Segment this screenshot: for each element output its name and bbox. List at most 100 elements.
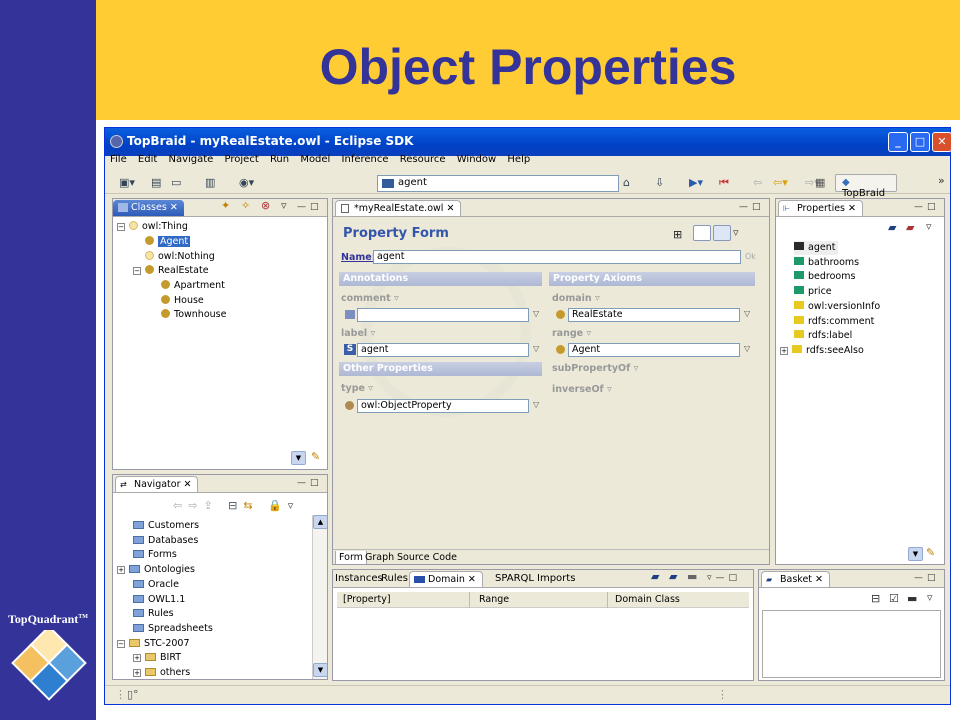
nav-item[interactable]: Customers <box>133 519 199 533</box>
nav-item[interactable]: Oracle <box>133 578 179 592</box>
property-item-price[interactable]: price <box>794 285 832 299</box>
step-back-icon[interactable]: ⏮ <box>719 176 729 190</box>
menu-project[interactable]: Project <box>225 154 259 165</box>
add-sibling-icon[interactable]: ✧ <box>241 199 250 212</box>
name-field[interactable]: agent <box>373 250 741 264</box>
nav-item[interactable]: Rules <box>133 607 174 621</box>
open-perspective-icon[interactable]: ▦ <box>815 176 825 189</box>
property-item-rdfs-comment[interactable]: rdfs:comment <box>794 315 874 329</box>
property-item-agent[interactable]: agent <box>794 241 839 255</box>
nav-item[interactable]: Databases <box>133 534 198 548</box>
nav-back-icon[interactable]: ⇦ <box>173 499 188 512</box>
menu-help[interactable]: Help <box>507 154 530 165</box>
add-widget-icon[interactable]: ⊞ <box>673 228 682 241</box>
nav-up-icon[interactable]: ⇪ <box>203 499 218 512</box>
add-subrow-icon[interactable]: ▰ <box>669 570 677 583</box>
property-item-rdfs-label[interactable]: rdfs:label <box>794 329 852 343</box>
menu-file[interactable]: File <box>110 154 127 165</box>
back-history-icon[interactable]: ⇦ <box>753 176 762 189</box>
globe-icon[interactable]: ◉▾ <box>239 176 254 189</box>
print-icon[interactable]: ▭ <box>171 176 181 189</box>
panel-min-max-icon[interactable]: —□ <box>297 202 323 212</box>
panel-min-max-icon[interactable]: —□ <box>297 478 323 488</box>
link-editor-icon[interactable]: ⇆ <box>243 499 258 512</box>
property-item-rdfs-seealso[interactable]: + rdfs:seeAlso <box>780 344 864 358</box>
range-field[interactable]: Agent <box>568 343 740 357</box>
classes-pin-icon[interactable]: ✎ <box>311 450 320 463</box>
tab-classes[interactable]: Classes ✕ <box>113 200 184 216</box>
menu-model[interactable]: Model <box>300 154 330 165</box>
collapse-all-icon[interactable]: ⊟ <box>228 499 243 512</box>
basket-list[interactable] <box>762 610 941 678</box>
basket-check-icon[interactable]: ☑ <box>889 592 899 605</box>
tree-node-owl-thing[interactable]: − owl:Thing <box>117 220 188 234</box>
property-item-versioninfo[interactable]: owl:versionInfo <box>794 300 880 314</box>
tab-basket[interactable]: ▰ Basket ✕ <box>761 571 831 587</box>
tab-form[interactable]: Form <box>335 551 367 564</box>
comment-dropdown-icon[interactable]: ▽ <box>533 309 539 318</box>
type-dropdown-icon[interactable]: ▽ <box>533 400 539 409</box>
tree-node-house[interactable]: House <box>161 294 204 308</box>
panel-min-max-icon[interactable]: ▿—□ <box>707 573 741 583</box>
ok-button[interactable]: Ok <box>745 252 756 261</box>
delete-class-icon[interactable]: ⊗ <box>261 199 270 212</box>
tab-graph[interactable]: Graph <box>365 552 394 563</box>
tree-node-realestate[interactable]: − RealEstate <box>133 264 209 278</box>
domain-dropdown-icon[interactable]: ▽ <box>744 309 750 318</box>
navigator-view-menu-icon[interactable]: ▿ <box>288 499 300 512</box>
import-icon[interactable]: ⇩ <box>655 176 664 189</box>
navigator-scrollbar[interactable]: ▲ ▼ <box>312 515 327 679</box>
tab-properties[interactable]: ⊩ Properties ✕ <box>778 200 863 216</box>
menu-navigate[interactable]: Navigate <box>168 154 213 165</box>
column-domain-class[interactable]: Domain Class <box>615 594 680 605</box>
label-dropdown-icon[interactable]: ▽ <box>533 344 539 353</box>
menu-inference[interactable]: Inference <box>342 154 389 165</box>
menu-run[interactable]: Run <box>270 154 289 165</box>
properties-pin-icon[interactable]: ✎ <box>926 546 935 559</box>
comment-field[interactable] <box>357 308 529 322</box>
form-layout-button[interactable] <box>693 225 711 241</box>
close-button[interactable]: ✕ <box>932 132 952 152</box>
nav-item[interactable]: + BIRT <box>133 651 181 665</box>
tree-node-owl-nothing[interactable]: owl:Nothing <box>145 250 215 264</box>
panel-min-max-icon[interactable]: —□ <box>914 202 940 212</box>
fast-view-icon[interactable]: ▯° <box>127 688 139 701</box>
tab-instances[interactable]: Instances <box>335 573 383 584</box>
panel-min-max-icon[interactable]: —□ <box>914 573 940 583</box>
overflow-chevron-icon[interactable]: » <box>938 174 945 187</box>
grid-layout-button[interactable] <box>713 225 731 241</box>
tree-node-townhouse[interactable]: Townhouse <box>161 308 226 322</box>
delete-property-icon[interactable]: ▰ <box>906 221 914 234</box>
nav-item[interactable]: Spreadsheets <box>133 622 213 636</box>
scroll-up-icon[interactable]: ▲ <box>313 515 327 529</box>
back-icon[interactable]: ⇦▾ <box>773 176 788 189</box>
column-property[interactable]: [Property] <box>343 594 391 605</box>
label-field[interactable]: agent <box>357 343 529 357</box>
nav-item[interactable]: OWL1.1 <box>133 593 185 607</box>
menu-window[interactable]: Window <box>457 154 496 165</box>
domain-field[interactable]: RealEstate <box>568 308 740 322</box>
run-icon[interactable]: ▶▾ <box>689 176 703 189</box>
tab-sparql[interactable]: SPARQL <box>495 573 534 584</box>
tab-rules[interactable]: Rules <box>381 573 408 584</box>
nav-item[interactable]: + others <box>133 666 190 679</box>
tab-imports[interactable]: Imports <box>537 573 575 584</box>
property-item-bedrooms[interactable]: bedrooms <box>794 270 855 284</box>
range-dropdown-icon[interactable]: ▽ <box>744 344 750 353</box>
type-field[interactable]: owl:ObjectProperty <box>357 399 529 413</box>
scroll-down-icon[interactable]: ▼ <box>313 663 327 677</box>
form-view-menu-icon[interactable]: ▿ <box>733 226 739 239</box>
add-row-icon[interactable]: ▰ <box>651 570 659 583</box>
document-icon[interactable]: ▥ <box>205 176 215 189</box>
basket-collapse-icon[interactable]: ⊟ <box>871 592 880 605</box>
properties-dropdown-icon[interactable]: ▼ <box>908 547 923 561</box>
nav-forward-icon[interactable]: ⇨ <box>188 499 203 512</box>
new-icon[interactable]: ▣▾ <box>119 176 135 189</box>
view-menu-icon[interactable]: ▿ <box>281 199 287 212</box>
save-icon[interactable]: ▤ <box>151 176 161 189</box>
tab-source-code[interactable]: Source Code <box>397 552 457 563</box>
nav-item[interactable]: + Ontologies <box>117 563 195 577</box>
minimize-button[interactable]: _ <box>888 132 908 152</box>
basket-view-menu-icon[interactable]: ▿ <box>927 591 933 604</box>
add-subclass-icon[interactable]: ✦ <box>221 199 230 212</box>
